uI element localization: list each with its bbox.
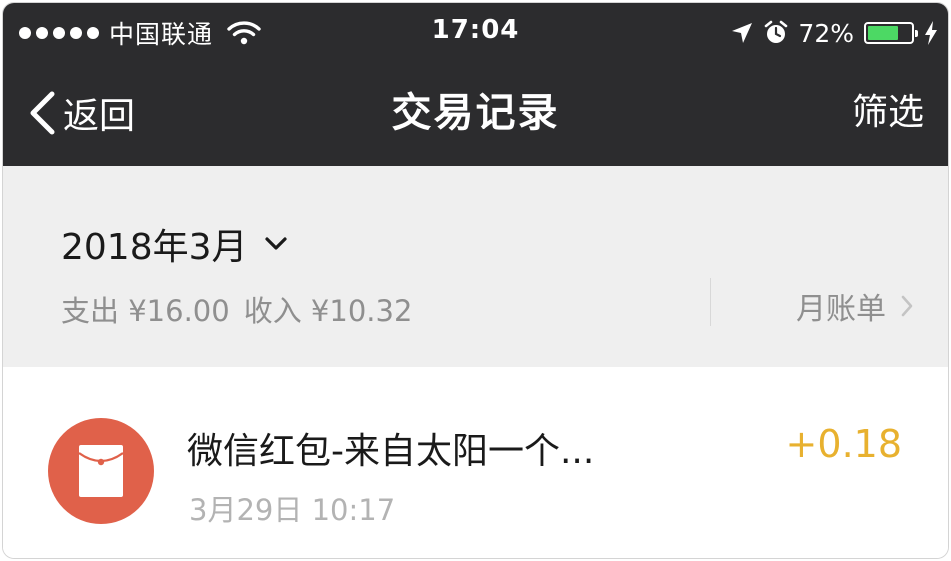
vertical-divider xyxy=(710,278,711,326)
back-button-label: 返回 xyxy=(63,96,136,137)
income-total: 收入 ¥10.32 xyxy=(243,294,413,328)
battery-cap xyxy=(915,30,918,37)
page-title: 交易记录 xyxy=(391,90,560,136)
chevron-left-icon xyxy=(30,91,55,135)
battery-icon xyxy=(864,22,918,44)
month-selector[interactable]: 2018年3月 xyxy=(61,218,288,270)
chevron-right-icon xyxy=(901,295,913,317)
phone-screen: 中国联通 17:04 72% 返回 交易记录 筛选 2018年3月 支出 ¥16… xyxy=(2,2,949,559)
red-packet-icon xyxy=(48,418,154,524)
battery-percentage: 72% xyxy=(798,18,854,48)
transaction-title: 微信红包-来自太阳一个... xyxy=(187,431,595,472)
alarm-clock-icon xyxy=(765,20,788,43)
transaction-amount: +0.18 xyxy=(785,422,902,466)
charging-bolt-icon xyxy=(925,21,937,45)
month-label: 2018年3月 xyxy=(61,227,248,268)
battery-level-fill xyxy=(868,26,898,40)
chevron-down-icon xyxy=(264,237,287,250)
back-button[interactable]: 返回 xyxy=(27,87,135,139)
filter-button[interactable]: 筛选 xyxy=(852,87,924,139)
status-bar: 中国联通 17:04 72% xyxy=(3,3,948,63)
monthly-bill-link[interactable]: 月账单 xyxy=(796,284,914,328)
red-packet-glyph xyxy=(79,445,123,497)
monthly-bill-label: 月账单 xyxy=(796,292,886,327)
location-arrow-icon xyxy=(732,23,753,43)
expense-total: 支出 ¥16.00 xyxy=(61,294,230,328)
navigation-bar: 返回 交易记录 筛选 xyxy=(3,63,948,166)
month-totals: 支出 ¥16.00 收入 ¥10.32 xyxy=(61,288,412,330)
month-summary: 2018年3月 支出 ¥16.00 收入 ¥10.32 月账单 xyxy=(3,166,948,367)
transaction-time: 3月29日 10:17 xyxy=(189,493,396,527)
transaction-row[interactable]: 微信红包-来自太阳一个... 3月29日 10:17 +0.18 xyxy=(3,367,948,558)
status-bar-right: 72% xyxy=(730,15,938,51)
